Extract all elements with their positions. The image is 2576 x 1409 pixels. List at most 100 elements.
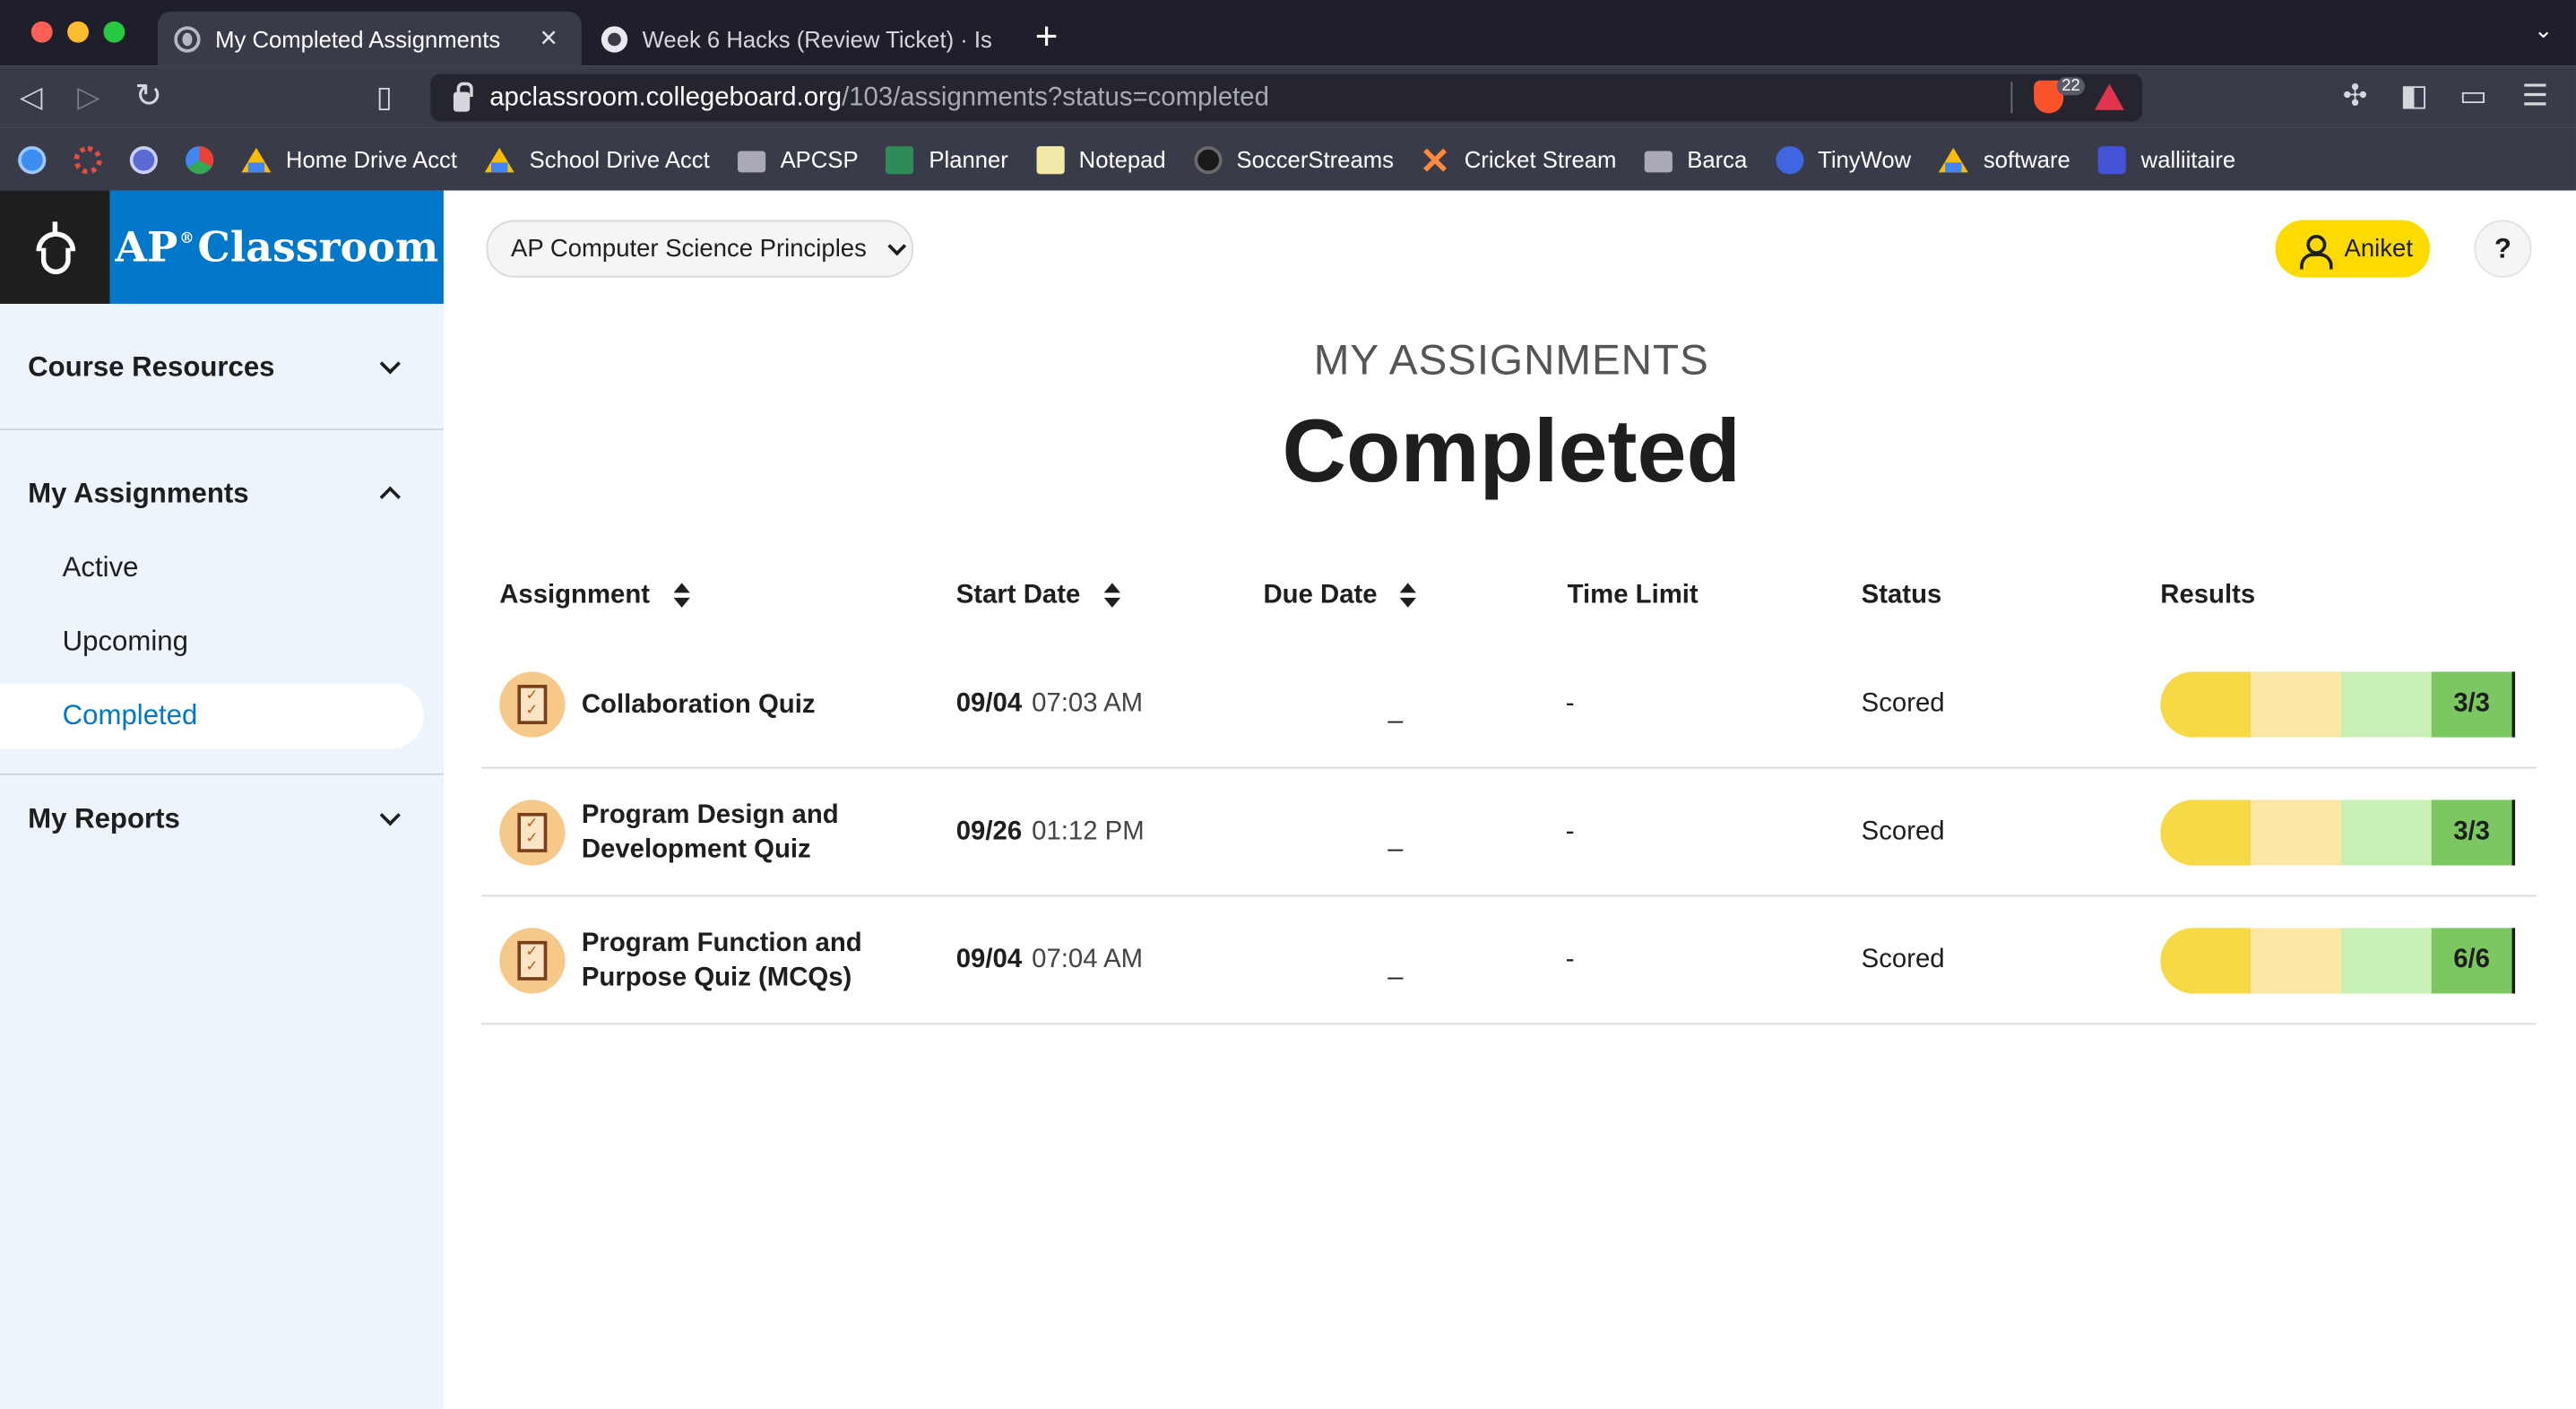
bookmark-school-drive[interactable]: School Drive Acct bbox=[485, 146, 710, 172]
sidebar-toggle-icon[interactable]: ◧ bbox=[2400, 79, 2428, 113]
github-icon bbox=[601, 25, 628, 52]
tab-week6-hacks[interactable]: Week 6 Hacks (Review Ticket) · Issu bbox=[585, 12, 1009, 65]
sidebar-section-label: Course Resources bbox=[28, 350, 275, 382]
start-date: 09/04 07:03 AM bbox=[956, 641, 1143, 769]
close-icon[interactable]: × bbox=[532, 22, 566, 56]
sidebar-course-resources[interactable]: Course Resources bbox=[0, 347, 444, 388]
due-date: _ bbox=[1387, 824, 1404, 852]
page-title: Completed bbox=[1282, 402, 1741, 501]
bookmark-walliitaire[interactable]: walliitaire bbox=[2098, 145, 2236, 174]
column-header-start-date[interactable]: Start Date bbox=[956, 582, 1120, 611]
result-bar[interactable]: 6/6 bbox=[2160, 928, 2516, 994]
bookmark-item[interactable] bbox=[73, 145, 102, 174]
window-zoom-button[interactable] bbox=[103, 21, 125, 43]
due-date: _ bbox=[1387, 696, 1404, 725]
browser-tab-bar: My Completed Assignments × Week 6 Hacks … bbox=[0, 0, 2576, 66]
column-header-results: Results bbox=[2160, 582, 2255, 611]
start-date-day: 09/04 bbox=[955, 689, 1023, 718]
tinywow-icon bbox=[1775, 145, 1803, 174]
menu-icon[interactable]: ☰ bbox=[2522, 79, 2549, 113]
lock-icon bbox=[453, 81, 473, 111]
sort-icon[interactable] bbox=[1400, 583, 1417, 609]
window-minimize-button[interactable] bbox=[67, 21, 89, 43]
bookmark-home-drive[interactable]: Home Drive Acct bbox=[241, 146, 457, 172]
extensions-icon[interactable]: ✣ bbox=[2343, 79, 2368, 113]
user-menu-button[interactable]: Aniket bbox=[2275, 220, 2430, 278]
bookmark-apcsp[interactable]: APCSP bbox=[737, 146, 859, 172]
column-header-status: Status bbox=[1862, 582, 1942, 611]
window-close-button[interactable] bbox=[30, 21, 53, 43]
result-score: 3/3 bbox=[2431, 671, 2516, 738]
column-header-due-date[interactable]: Due Date bbox=[1264, 582, 1417, 611]
assignment-link[interactable]: Program Function and Purpose Quiz (MCQs) bbox=[582, 896, 877, 1024]
bookmark-notepad[interactable]: Notepad bbox=[1036, 145, 1166, 174]
wallet-icon[interactable]: ▭ bbox=[2459, 79, 2487, 113]
bookmark-label: SoccerStreams bbox=[1236, 146, 1394, 173]
circle-a-icon bbox=[129, 145, 158, 174]
chevron-up-icon bbox=[379, 486, 401, 507]
start-date: 09/26 01:12 PM bbox=[956, 768, 1145, 896]
bookmark-item[interactable] bbox=[186, 145, 214, 174]
sidebar-my-reports[interactable]: My Reports bbox=[0, 798, 444, 839]
quiz-icon bbox=[499, 671, 566, 738]
column-header-assignment[interactable]: Assignment bbox=[499, 582, 690, 611]
bookmark-label: Notepad bbox=[1078, 146, 1166, 173]
reload-icon[interactable]: ↻ bbox=[134, 79, 162, 115]
page-root: My Completed Assignments × Week 6 Hacks … bbox=[0, 0, 2576, 1409]
bookmark-item[interactable] bbox=[129, 145, 158, 174]
result-bar[interactable]: 3/3 bbox=[2160, 800, 2516, 866]
brand-classroom: Classroom bbox=[197, 223, 439, 272]
status: Scored bbox=[1861, 689, 1945, 718]
table-row: Program Design and Development Quiz 09/2… bbox=[481, 768, 2537, 897]
bookmark-label: School Drive Acct bbox=[529, 146, 710, 173]
bookmark-cricket-stream[interactable]: Cricket Stream bbox=[1422, 145, 1617, 173]
sidebar-item-upcoming[interactable]: Upcoming bbox=[63, 626, 188, 659]
bookmark-item[interactable] bbox=[18, 145, 47, 174]
sidebar: AP ® Classroom Course Resources My Assignm… bbox=[0, 190, 444, 1409]
time-limit: - bbox=[1565, 689, 1575, 718]
address-bar[interactable]: apclassroom.collegeboard.org/103/assignm… bbox=[430, 73, 2143, 122]
shield-count-badge: 22 bbox=[2056, 77, 2086, 96]
person-icon bbox=[2298, 234, 2333, 269]
bookmark-label: Home Drive Acct bbox=[285, 146, 458, 173]
assignment-link[interactable]: Program Design and Development Quiz bbox=[582, 768, 877, 896]
bookmark-soccerstreams[interactable]: SoccerStreams bbox=[1193, 145, 1394, 174]
forward-icon[interactable]: ▷ bbox=[77, 79, 99, 115]
bookmark-planner[interactable]: Planner bbox=[886, 145, 1008, 174]
sort-icon[interactable] bbox=[672, 583, 690, 609]
soccer-icon bbox=[1193, 145, 1223, 174]
new-tab-button[interactable]: + bbox=[1035, 13, 1059, 63]
start-date-day: 09/04 bbox=[955, 946, 1023, 974]
page-kicker: MY ASSIGNMENTS bbox=[1313, 334, 1709, 385]
bookmark-label: walliitaire bbox=[2140, 146, 2236, 173]
ap-classroom-logo[interactable]: AP ® Classroom bbox=[109, 190, 444, 304]
sidebar-item-completed[interactable]: Completed bbox=[63, 700, 198, 733]
bookmark-label: Planner bbox=[929, 146, 1008, 173]
tab-my-completed-assignments[interactable]: My Completed Assignments × bbox=[157, 11, 582, 66]
bookmark-barca[interactable]: Barca bbox=[1644, 146, 1747, 172]
bookmark-icon[interactable]: ▯ bbox=[376, 79, 393, 115]
bookmark-software[interactable]: software bbox=[1939, 146, 2070, 172]
blue-globe-icon bbox=[18, 145, 47, 174]
result-bar[interactable]: 3/3 bbox=[2160, 671, 2516, 738]
brave-rewards-icon[interactable] bbox=[2094, 83, 2124, 110]
chevron-down-icon bbox=[379, 805, 401, 826]
chevron-down-icon bbox=[886, 236, 906, 255]
tab-title: Week 6 Hacks (Review Ticket) · Issu bbox=[642, 25, 993, 52]
sidebar-my-assignments[interactable]: My Assignments bbox=[0, 473, 444, 514]
back-icon[interactable]: ◁ bbox=[20, 79, 42, 115]
column-label: Due Date bbox=[1263, 581, 1378, 609]
help-button[interactable]: ? bbox=[2474, 220, 2532, 278]
course-selector[interactable]: AP Computer Science Principles bbox=[486, 220, 914, 278]
sort-icon[interactable] bbox=[1102, 583, 1120, 609]
user-name: Aniket bbox=[2344, 235, 2413, 264]
wallitaire-icon bbox=[2098, 145, 2127, 174]
bookmark-tinywow[interactable]: TinyWow bbox=[1775, 145, 1911, 174]
acorn-icon bbox=[35, 220, 75, 274]
college-board-logo[interactable] bbox=[0, 190, 110, 304]
tab-search-chevron-icon[interactable]: ⌄ bbox=[2534, 16, 2554, 44]
quiz-icon bbox=[499, 928, 566, 994]
sidebar-item-active[interactable]: Active bbox=[63, 552, 139, 585]
assignment-link[interactable]: Collaboration Quiz bbox=[582, 641, 877, 769]
address-bar-divider bbox=[2010, 82, 2013, 114]
